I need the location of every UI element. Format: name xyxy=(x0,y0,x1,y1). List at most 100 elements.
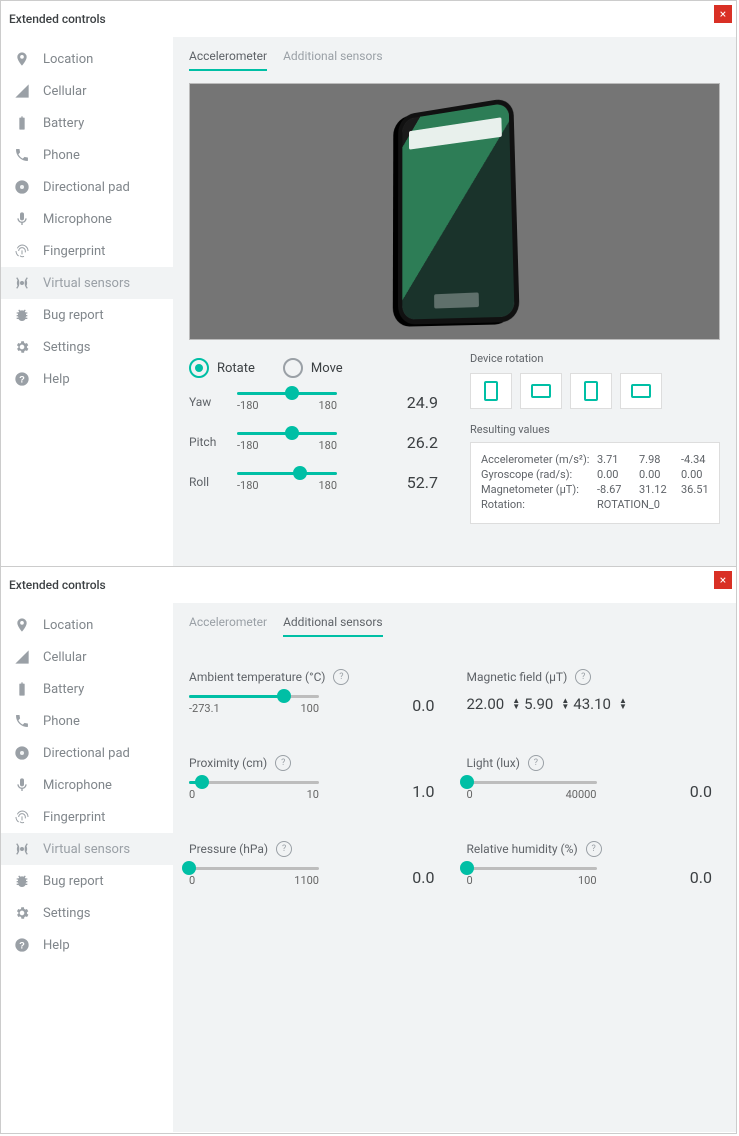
help-icon[interactable]: ? xyxy=(333,669,349,685)
rotation-portrait-flipped[interactable] xyxy=(570,373,612,409)
sidebar-item-label: Settings xyxy=(43,906,90,921)
slider-label-yaw: Yaw xyxy=(189,395,225,409)
slider-pressure[interactable]: 01100 xyxy=(189,867,319,887)
device-rotation-label: Device rotation xyxy=(470,352,720,365)
help-icon[interactable]: ? xyxy=(276,841,292,857)
spin-magnetic-field-1[interactable]: 5.90▲▼ xyxy=(524,695,569,713)
slider-ambient-temperature[interactable]: -273.1100 xyxy=(189,695,319,715)
radio-move[interactable]: Move xyxy=(283,358,343,378)
rotation-landscape-flipped[interactable] xyxy=(620,373,662,409)
location-icon xyxy=(13,50,31,68)
dpad-icon xyxy=(13,178,31,196)
slider-proximity[interactable]: 010 xyxy=(189,781,319,801)
rotation-portrait[interactable] xyxy=(470,373,512,409)
close-button[interactable]: × xyxy=(714,5,732,23)
radio-rotate[interactable]: Rotate xyxy=(189,358,255,378)
sidebar-item-phone[interactable]: Phone xyxy=(1,139,173,171)
slider-light[interactable]: 040000 xyxy=(467,781,597,801)
settings-icon xyxy=(13,904,31,922)
sidebar-item-mic[interactable]: Microphone xyxy=(1,769,173,801)
slider-yaw[interactable]: -180180 xyxy=(237,392,337,412)
sidebar-item-label: Cellular xyxy=(43,650,86,665)
sidebar-item-cellular[interactable]: Cellular xyxy=(1,641,173,673)
sidebar-item-mic[interactable]: Microphone xyxy=(1,203,173,235)
sidebar-item-label: Cellular xyxy=(43,84,86,99)
sidebar-item-label: Phone xyxy=(43,148,80,163)
sidebar-item-phone[interactable]: Phone xyxy=(1,705,173,737)
sidebar-item-label: Microphone xyxy=(43,212,112,227)
sidebar-item-label: Virtual sensors xyxy=(43,842,130,857)
sidebar-item-fingerprint[interactable]: Fingerprint xyxy=(1,801,173,833)
sidebar-item-help[interactable]: ? Help xyxy=(1,929,173,961)
window-title: Extended controls xyxy=(9,12,106,26)
sidebar-item-label: Help xyxy=(43,938,70,953)
sidebar-item-fingerprint[interactable]: Fingerprint xyxy=(1,235,173,267)
tab-additional-sensors[interactable]: Additional sensors xyxy=(283,45,383,71)
sensor-label-magnetic-field: Magnetic field (μT)? xyxy=(467,669,721,685)
device-preview[interactable] xyxy=(189,83,720,340)
value-proximity: 1.0 xyxy=(331,782,443,801)
dpad-icon xyxy=(13,744,31,762)
sensor-label-ambient-temperature: Ambient temperature (°C)? xyxy=(189,669,443,685)
sidebar-item-label: Location xyxy=(43,618,93,633)
sensor-label-pressure: Pressure (hPa)? xyxy=(189,841,443,857)
sidebar-item-location[interactable]: Location xyxy=(1,609,173,641)
sidebar-item-cellular[interactable]: Cellular xyxy=(1,75,173,107)
sidebar-item-label: Settings xyxy=(43,340,90,355)
bug-icon xyxy=(13,872,31,890)
close-button[interactable]: × xyxy=(714,571,732,589)
sensor-label-relative-humidity: Relative humidity (%)? xyxy=(467,841,721,857)
phone-icon xyxy=(13,146,31,164)
sidebar-item-dpad[interactable]: Directional pad xyxy=(1,737,173,769)
spin-magnetic-field-0[interactable]: 22.00▲▼ xyxy=(467,695,521,713)
sidebar-item-label: Virtual sensors xyxy=(43,276,130,291)
help-icon[interactable]: ? xyxy=(586,841,602,857)
sidebar-item-label: Location xyxy=(43,52,93,67)
slider-relative-humidity[interactable]: 0100 xyxy=(467,867,597,887)
sidebar-item-bug[interactable]: Bug report xyxy=(1,299,173,331)
sidebar-item-label: Directional pad xyxy=(43,746,130,761)
window-title: Extended controls xyxy=(9,578,106,592)
sidebar-item-settings[interactable]: Settings xyxy=(1,897,173,929)
slider-label-roll: Roll xyxy=(189,475,225,489)
help-icon[interactable]: ? xyxy=(528,755,544,771)
help-icon: ? xyxy=(13,370,31,388)
slider-roll[interactable]: -180180 xyxy=(237,472,337,492)
fingerprint-icon xyxy=(13,808,31,826)
value-ambient-temperature: 0.0 xyxy=(331,696,443,715)
chevron-down-icon: ▼ xyxy=(619,704,627,710)
tab-additional-sensors[interactable]: Additional sensors xyxy=(283,611,383,637)
tab-accelerometer[interactable]: Accelerometer xyxy=(189,45,267,71)
sidebar-item-dpad[interactable]: Directional pad xyxy=(1,171,173,203)
sidebar-item-settings[interactable]: Settings xyxy=(1,331,173,363)
cellular-icon xyxy=(13,648,31,666)
sidebar-item-label: Battery xyxy=(43,682,84,697)
value-light: 0.0 xyxy=(609,782,721,801)
sensor-label-light: Light (lux)? xyxy=(467,755,721,771)
sidebar-item-location[interactable]: Location xyxy=(1,43,173,75)
battery-icon xyxy=(13,680,31,698)
mic-icon xyxy=(13,776,31,794)
sidebar-item-help[interactable]: ?Help xyxy=(1,363,173,395)
location-icon xyxy=(13,616,31,634)
fingerprint-icon xyxy=(13,242,31,260)
help-icon[interactable]: ? xyxy=(575,669,591,685)
sidebar-item-sensors[interactable]: Virtual sensors xyxy=(1,833,173,865)
sensors-icon xyxy=(13,840,31,858)
settings-icon xyxy=(13,338,31,356)
slider-value-roll: 52.7 xyxy=(349,473,446,492)
sensors-icon xyxy=(13,274,31,292)
tab-accelerometer[interactable]: Accelerometer xyxy=(189,611,267,637)
sidebar-item-battery[interactable]: Battery xyxy=(1,107,173,139)
spin-magnetic-field-2[interactable]: 43.10▲▼ xyxy=(573,695,627,713)
sidebar-item-label: Bug report xyxy=(43,874,104,889)
slider-value-yaw: 24.9 xyxy=(349,393,446,412)
rotation-landscape[interactable] xyxy=(520,373,562,409)
sidebar-item-label: Battery xyxy=(43,116,84,131)
sidebar-item-bug[interactable]: Bug report xyxy=(1,865,173,897)
help-icon[interactable]: ? xyxy=(275,755,291,771)
slider-pitch[interactable]: -180180 xyxy=(237,432,337,452)
sidebar-item-battery[interactable]: Battery xyxy=(1,673,173,705)
sidebar-item-sensors[interactable]: Virtual sensors xyxy=(1,267,173,299)
help-icon: ? xyxy=(13,936,31,954)
